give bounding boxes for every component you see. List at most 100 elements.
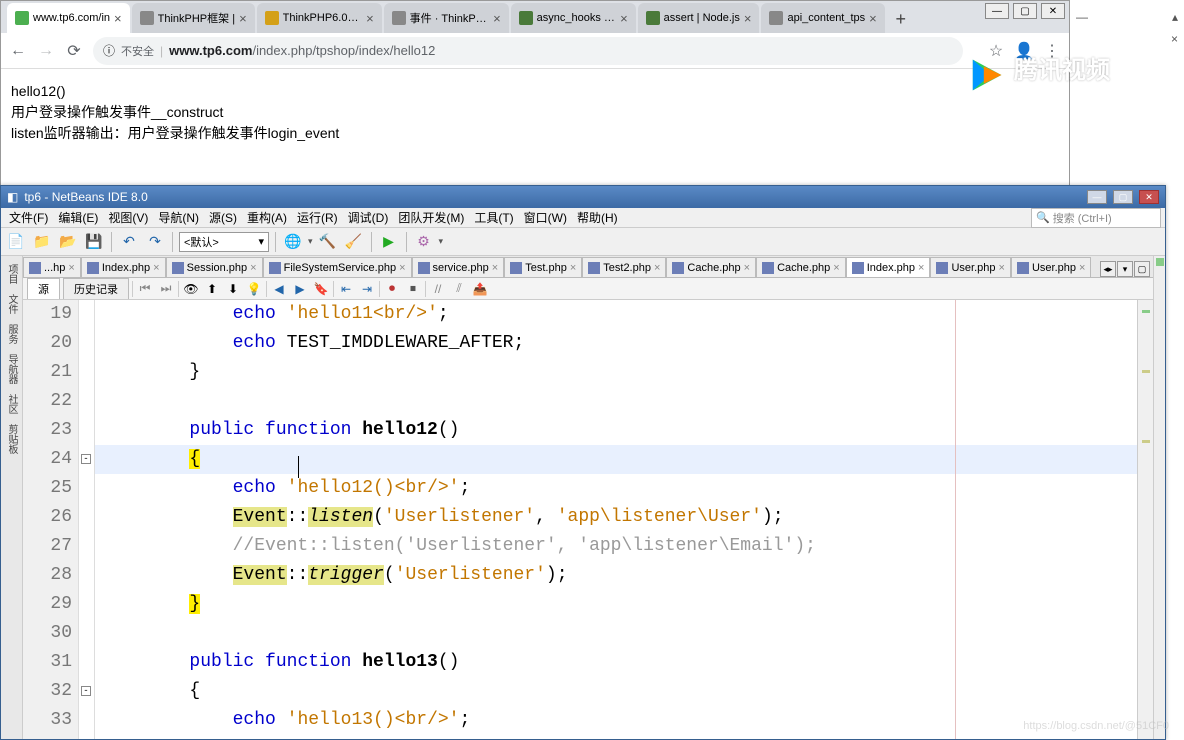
reload-icon[interactable]: ⟳: [65, 42, 83, 60]
find-selection-icon[interactable]: 👁: [182, 280, 200, 298]
menu-item[interactable]: 文件(F): [5, 207, 52, 228]
close-icon[interactable]: ×: [1171, 32, 1178, 46]
file-tab[interactable]: User.php×: [930, 257, 1010, 277]
file-tab-close-icon[interactable]: ×: [250, 262, 256, 274]
nb-close[interactable]: ✕: [1139, 190, 1159, 204]
file-tab-close-icon[interactable]: ×: [68, 262, 74, 274]
chrome-maximize[interactable]: ▢: [1013, 3, 1037, 19]
tab-close-icon[interactable]: ×: [114, 11, 122, 26]
globe-icon[interactable]: 🌐: [282, 231, 304, 253]
file-tab[interactable]: FileSystemService.php×: [263, 257, 412, 277]
prev-bookmark-icon[interactable]: ◀: [270, 280, 288, 298]
fold-toggle-icon[interactable]: -: [81, 454, 91, 464]
new-project-icon[interactable]: 📁: [31, 231, 53, 253]
menu-item[interactable]: 调试(D): [344, 207, 393, 228]
new-tab-button[interactable]: +: [887, 5, 915, 33]
menu-item[interactable]: 工具(T): [470, 207, 517, 228]
file-tab[interactable]: Cache.php×: [666, 257, 756, 277]
chrome-tab[interactable]: async_hooks | N×: [511, 3, 636, 33]
file-tab[interactable]: Cache.php×: [756, 257, 846, 277]
file-tab-close-icon[interactable]: ×: [744, 262, 750, 274]
menu-item[interactable]: 编辑(E): [54, 207, 102, 228]
chrome-tab[interactable]: api_content_tps×: [761, 3, 884, 33]
debug-icon[interactable]: ⚙: [413, 231, 435, 253]
minimize-icon[interactable]: —: [1076, 10, 1088, 24]
address-bar[interactable]: ⓘ 不安全 | www.tp6.com/index.php/tpshop/ind…: [93, 37, 963, 65]
config-combo[interactable]: <默认>▾: [179, 232, 269, 252]
build-icon[interactable]: 🔨: [317, 231, 339, 253]
shift-right-icon[interactable]: ⇥: [358, 280, 376, 298]
export-icon[interactable]: 📤: [471, 280, 489, 298]
chrome-minimize[interactable]: —: [985, 3, 1009, 19]
toggle-highlight-icon[interactable]: 💡: [245, 280, 263, 298]
history-tab[interactable]: 历史记录: [63, 278, 129, 299]
file-tab-close-icon[interactable]: ×: [999, 262, 1005, 274]
chrome-tab[interactable]: 事件 · ThinkPHP×: [384, 3, 509, 33]
chrome-tab[interactable]: ThinkPHP6.0RC×: [257, 3, 382, 33]
source-tab[interactable]: 源: [27, 278, 60, 299]
file-tab-close-icon[interactable]: ×: [1079, 262, 1085, 274]
run-icon[interactable]: ▶: [378, 231, 400, 253]
fold-toggle-icon[interactable]: -: [81, 686, 91, 696]
nb-maximize[interactable]: ▢: [1113, 190, 1133, 204]
uncomment-icon[interactable]: ⫽: [450, 280, 468, 298]
file-tab-close-icon[interactable]: ×: [570, 262, 576, 274]
menu-item[interactable]: 重构(A): [243, 207, 291, 228]
back-icon[interactable]: ←: [9, 42, 27, 60]
toggle-bookmark-icon[interactable]: 🔖: [312, 280, 330, 298]
file-tab[interactable]: Test.php×: [504, 257, 582, 277]
tab-close-icon[interactable]: ×: [869, 11, 877, 26]
next-bookmark-icon[interactable]: ▶: [291, 280, 309, 298]
menu-item[interactable]: 团队开发(M): [394, 207, 468, 228]
tab-close-icon[interactable]: ×: [620, 11, 628, 26]
open-project-icon[interactable]: 📂: [57, 231, 79, 253]
clean-build-icon[interactable]: 🧹: [343, 231, 365, 253]
dock-tab[interactable]: 文件: [2, 290, 21, 318]
tab-close-icon[interactable]: ×: [366, 11, 374, 26]
macro-stop-icon[interactable]: ⏹: [404, 280, 422, 298]
chrome-tab[interactable]: assert | Node.js×: [638, 3, 760, 33]
file-tab[interactable]: User.php×: [1011, 257, 1091, 277]
file-tab-close-icon[interactable]: ×: [654, 262, 660, 274]
find-next-icon[interactable]: ⬇: [224, 280, 242, 298]
file-tab[interactable]: Session.php×: [166, 257, 263, 277]
file-tab[interactable]: Test2.php×: [582, 257, 666, 277]
dock-tab[interactable]: 项目: [2, 260, 21, 288]
editor-scrollbar[interactable]: [1137, 300, 1153, 739]
menu-item[interactable]: 窗口(W): [520, 207, 571, 228]
dock-tab[interactable]: 社区: [2, 390, 21, 418]
tab-dropdown-icon[interactable]: ▾: [1117, 261, 1133, 277]
file-tab[interactable]: Index.php×: [81, 257, 166, 277]
code-content[interactable]: echo 'hello11<br/>'; echo TEST_IMDDLEWAR…: [95, 300, 1137, 739]
dock-tab[interactable]: 导航器: [2, 350, 21, 388]
menu-item[interactable]: 运行(R): [293, 207, 342, 228]
save-all-icon[interactable]: 💾: [83, 231, 105, 253]
tab-list-icon[interactable]: ◂▸: [1100, 261, 1116, 277]
dock-tab[interactable]: 剪贴板: [2, 420, 21, 458]
comment-icon[interactable]: //: [429, 280, 447, 298]
new-file-icon[interactable]: 📄: [5, 231, 27, 253]
menu-item[interactable]: 视图(V): [104, 207, 152, 228]
nb-minimize[interactable]: —: [1087, 190, 1107, 204]
file-tab[interactable]: Index.php×: [846, 257, 931, 277]
file-tab-close-icon[interactable]: ×: [492, 262, 498, 274]
file-tab[interactable]: service.php×: [412, 257, 505, 277]
file-tab-close-icon[interactable]: ×: [153, 262, 159, 274]
nb-search-box[interactable]: 🔍 搜索 (Ctrl+I): [1031, 208, 1161, 228]
chrome-tab[interactable]: www.tp6.com/in×: [7, 3, 130, 33]
tab-close-icon[interactable]: ×: [744, 11, 752, 26]
tab-close-icon[interactable]: ×: [239, 11, 247, 26]
menu-item[interactable]: 帮助(H): [573, 207, 622, 228]
undo-icon[interactable]: ↶: [118, 231, 140, 253]
prev-icon[interactable]: ⏮: [136, 280, 154, 298]
scroll-up-icon[interactable]: ▴: [1172, 10, 1178, 24]
redo-icon[interactable]: ↷: [144, 231, 166, 253]
forward-icon[interactable]: →: [37, 42, 55, 60]
chrome-tab[interactable]: ThinkPHP框架 |×: [132, 3, 255, 33]
code-editor[interactable]: 192021222324252627282930313233 -- echo '…: [23, 300, 1153, 739]
file-tab[interactable]: ...hp×: [23, 257, 81, 277]
file-tab-close-icon[interactable]: ×: [833, 262, 839, 274]
file-tab-close-icon[interactable]: ×: [399, 262, 405, 274]
menu-item[interactable]: 导航(N): [154, 207, 203, 228]
chrome-close[interactable]: ✕: [1041, 3, 1065, 19]
